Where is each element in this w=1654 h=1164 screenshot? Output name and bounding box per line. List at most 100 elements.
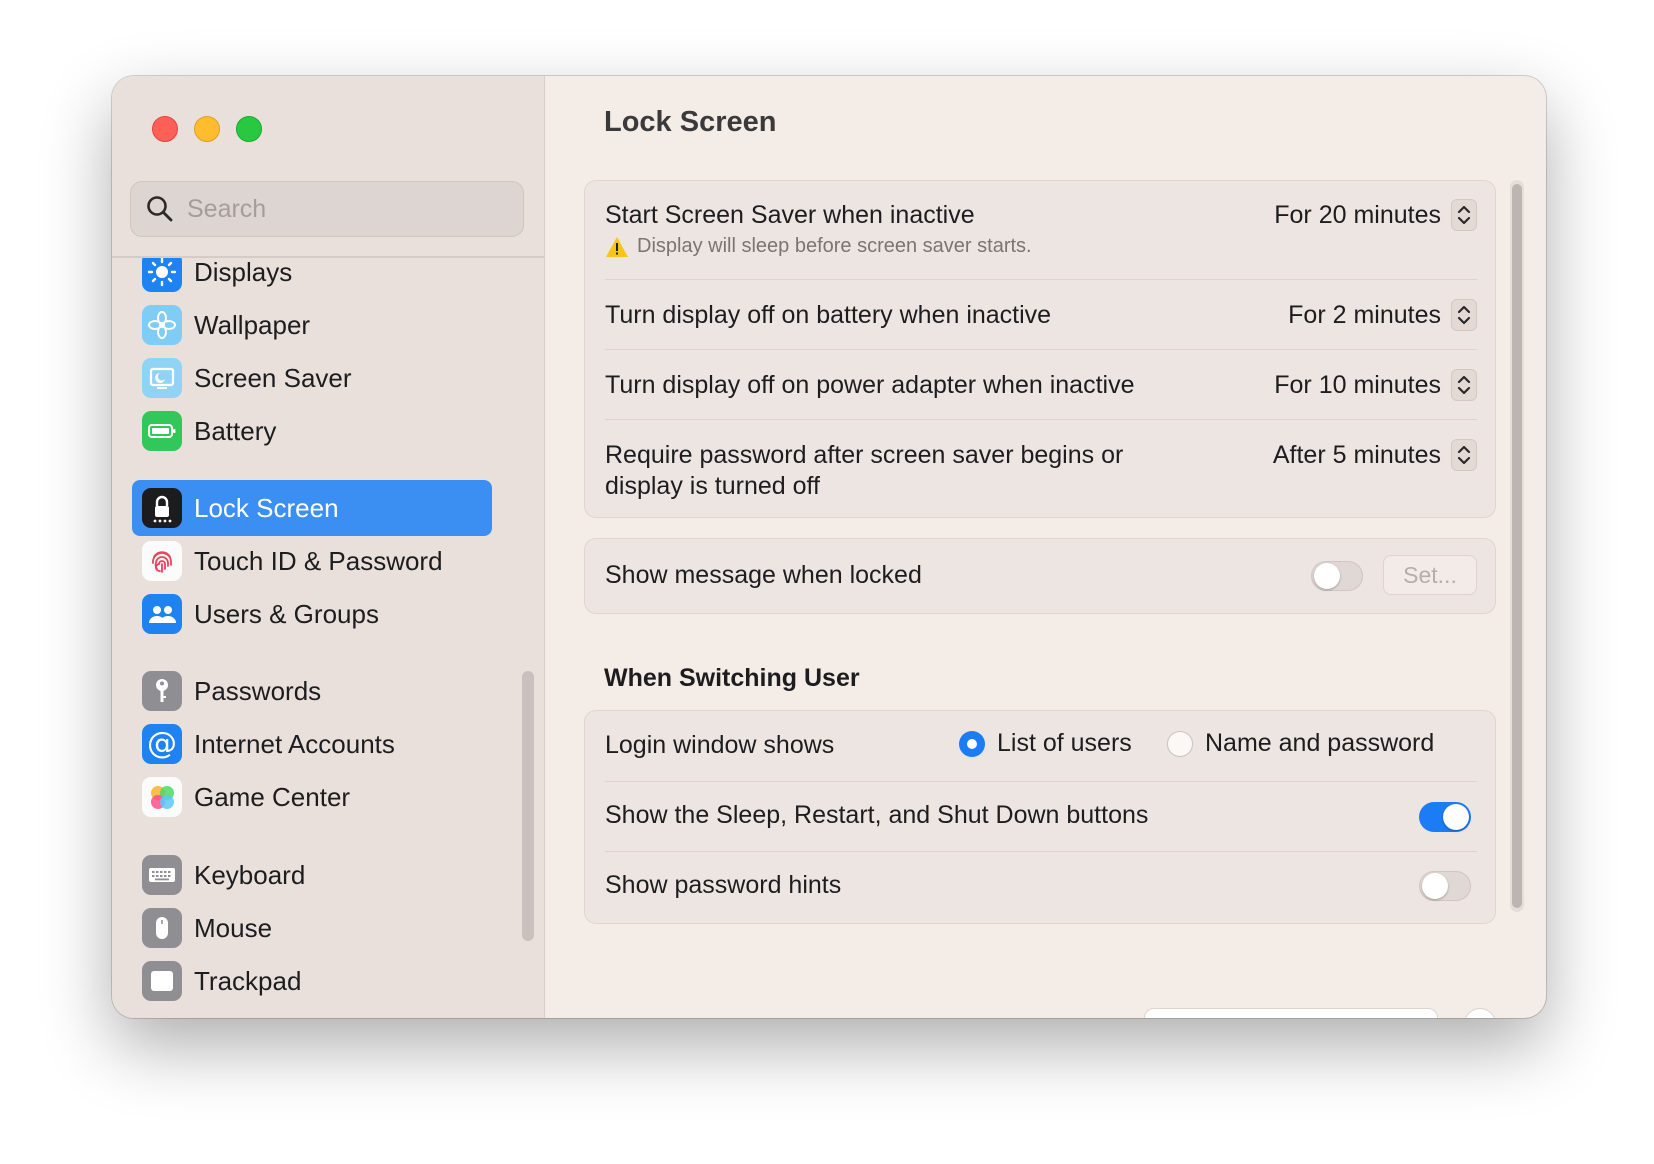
screen-saver-value: For 20 minutes	[1274, 200, 1441, 229]
warning-text: Display will sleep before screen saver s…	[637, 235, 1032, 257]
lock-icon	[142, 488, 182, 528]
login-window-label: Login window shows	[605, 731, 835, 759]
sidebar-item-label: Trackpad	[194, 965, 302, 996]
show-message-label: Show message when locked	[605, 561, 922, 589]
battery-off-value: For 2 minutes	[1288, 300, 1441, 329]
password-hints-label: Show password hints	[605, 871, 842, 899]
sidebar-item-label: Screen Saver	[194, 362, 352, 393]
adapter-off-label: Turn display off on power adapter when i…	[605, 371, 1135, 399]
sidebar-item-label: Keyboard	[194, 859, 306, 890]
sidebar-item-label: Mouse	[194, 912, 273, 943]
sidebar-item-mouse[interactable]: Mouse	[132, 900, 492, 956]
sidebar: Displays Wallpaper Screen Saver Battery	[112, 76, 545, 1018]
warning-icon	[606, 236, 628, 257]
switching-user-card: Login window shows List of users Name an…	[584, 710, 1496, 924]
battery-off-label: Turn display off on battery when inactiv…	[605, 301, 1052, 329]
adapter-off-row: Turn display off on power adapter when i…	[605, 369, 1477, 409]
sidebar-item-label: Passwords	[194, 675, 322, 706]
sidebar-item-game-center[interactable]: Game Center	[132, 769, 492, 825]
screen-saver-warning: Display will sleep before screen saver s…	[605, 235, 1032, 258]
game-center-icon	[142, 777, 182, 817]
require-password-label-line1: Require password after screen saver begi…	[605, 441, 1124, 469]
sidebar-item-battery[interactable]: Battery	[132, 403, 492, 459]
search-icon	[147, 196, 173, 222]
partially-visible-help-button[interactable]	[1464, 1008, 1496, 1018]
switching-user-heading: When Switching User	[604, 664, 860, 692]
password-hints-toggle[interactable]	[1419, 871, 1471, 901]
require-password-row: Require password after screen saver begi…	[605, 439, 1477, 503]
radio-label: List of users	[997, 729, 1132, 757]
row-divider	[605, 781, 1477, 782]
sidebar-item-label: Lock Screen	[194, 492, 339, 523]
radio-name-and-password[interactable]: Name and password	[1167, 729, 1434, 758]
adapter-off-popup[interactable]: For 10 minutes	[1274, 369, 1477, 401]
sleep-buttons-row: Show the Sleep, Restart, and Shut Down b…	[605, 799, 1477, 835]
radio-selected-icon	[959, 730, 985, 757]
keyboard-icon	[142, 855, 182, 895]
users-icon	[142, 594, 182, 634]
screen-saver-row: Start Screen Saver when inactive For 20 …	[605, 199, 1477, 279]
settings-window: Displays Wallpaper Screen Saver Battery	[112, 76, 1546, 1018]
row-divider	[605, 851, 1477, 852]
battery-off-popup[interactable]: For 2 minutes	[1288, 299, 1477, 331]
sidebar-item-label: Displays	[194, 258, 293, 287]
sidebar-item-keyboard[interactable]: Keyboard	[132, 847, 492, 903]
fingerprint-icon	[142, 541, 182, 581]
screen-saver-icon	[142, 358, 182, 398]
main-content: Lock Screen Start Screen Saver when inac…	[544, 76, 1546, 1018]
adapter-off-value: For 10 minutes	[1274, 370, 1441, 399]
chevron-up-down-icon	[1451, 369, 1477, 401]
mouse-icon	[142, 908, 182, 948]
require-password-popup[interactable]: After 5 minutes	[1273, 439, 1477, 471]
trackpad-icon	[142, 961, 182, 1001]
sidebar-item-label: Internet Accounts	[194, 728, 395, 759]
sidebar-item-internet-accounts[interactable]: @ Internet Accounts	[132, 716, 492, 772]
sidebar-item-touch-id[interactable]: Touch ID & Password	[132, 533, 492, 589]
sidebar-scrollbar[interactable]	[522, 671, 534, 941]
screen-saver-label: Start Screen Saver when inactive	[605, 201, 975, 229]
sidebar-item-screen-saver[interactable]: Screen Saver	[132, 350, 492, 406]
sleep-buttons-label: Show the Sleep, Restart, and Shut Down b…	[605, 801, 1149, 829]
window-controls	[152, 116, 262, 142]
main-scrollbar[interactable]	[1510, 180, 1524, 912]
chevron-up-down-icon	[1451, 199, 1477, 231]
chevron-up-down-icon	[1451, 439, 1477, 471]
partially-visible-button[interactable]	[1144, 1008, 1438, 1018]
main-scrollbar-thumb[interactable]	[1512, 184, 1522, 908]
sidebar-item-wallpaper[interactable]: Wallpaper	[132, 297, 492, 353]
sidebar-item-label: Wallpaper	[194, 309, 311, 340]
sidebar-item-passwords[interactable]: Passwords	[132, 663, 492, 719]
sidebar-item-label: Game Center	[194, 781, 351, 812]
show-message-toggle[interactable]	[1311, 561, 1363, 591]
sidebar-item-displays[interactable]: Displays	[132, 258, 492, 300]
zoom-button[interactable]	[236, 116, 262, 142]
battery-icon	[142, 411, 182, 451]
sidebar-item-label: Users & Groups	[194, 598, 379, 629]
radio-list-of-users[interactable]: List of users	[959, 729, 1132, 758]
minimize-button[interactable]	[194, 116, 220, 142]
sidebar-item-trackpad[interactable]: Trackpad	[132, 953, 492, 1009]
sleep-buttons-toggle[interactable]	[1419, 802, 1471, 832]
message-card: Show message when locked Set...	[584, 538, 1496, 614]
login-window-row: Login window shows List of users Name an…	[605, 729, 1477, 765]
password-hints-row: Show password hints	[605, 869, 1477, 905]
wallpaper-icon	[142, 305, 182, 345]
at-icon: @	[142, 724, 182, 764]
sidebar-item-label: Touch ID & Password	[194, 545, 443, 576]
set-message-button[interactable]: Set...	[1383, 555, 1477, 595]
displays-icon	[142, 258, 182, 292]
battery-off-row: Turn display off on battery when inactiv…	[605, 299, 1477, 339]
sidebar-item-label: Battery	[194, 415, 277, 446]
require-password-label-line2: display is turned off	[605, 472, 820, 500]
sidebar-item-users-groups[interactable]: Users & Groups	[132, 586, 492, 642]
screen-saver-popup[interactable]: For 20 minutes	[1274, 199, 1477, 231]
row-divider	[605, 349, 1477, 350]
search-field[interactable]	[130, 181, 524, 237]
sidebar-list: Displays Wallpaper Screen Saver Battery	[112, 258, 544, 1018]
key-icon	[142, 671, 182, 711]
search-input[interactable]	[185, 193, 509, 225]
row-divider	[605, 419, 1477, 420]
sidebar-item-lock-screen[interactable]: Lock Screen	[132, 480, 492, 536]
row-divider	[605, 279, 1477, 280]
close-button[interactable]	[152, 116, 178, 142]
